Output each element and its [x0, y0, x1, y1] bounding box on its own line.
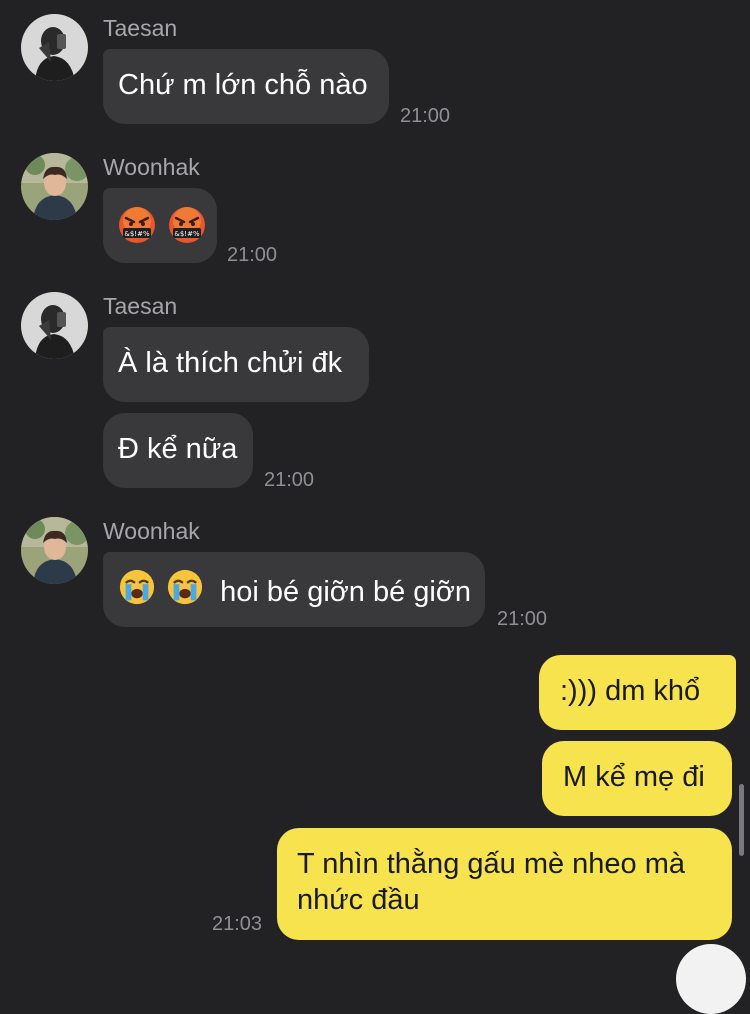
- sender-name: Woonhak: [103, 518, 200, 544]
- avatar-taesan[interactable]: [21, 14, 88, 81]
- message-text: hoi bé giỡn bé giỡn: [220, 575, 472, 608]
- timestamp: 21:00: [497, 608, 548, 630]
- scroll-to-bottom-button[interactable]: [676, 944, 746, 1014]
- svg-text:&$!#%: &$!#%: [174, 230, 200, 238]
- scrollbar[interactable]: [739, 784, 744, 856]
- message-bubble[interactable]: À là thích chửi đk: [103, 327, 369, 402]
- angry-cursing-face-icon: &$!#%: [167, 205, 207, 254]
- sender-name: Woonhak: [103, 154, 200, 180]
- timestamp: 21:03: [212, 913, 263, 935]
- loudly-crying-face-icon: [166, 568, 204, 615]
- emoji-message-bubble[interactable]: &$!#% &$!#%: [103, 188, 217, 263]
- loudly-crying-face-icon: [118, 568, 156, 615]
- timestamp: 21:00: [400, 105, 451, 127]
- message-text-line: T nhìn thằng gấu mè nheo mà: [297, 848, 686, 880]
- sender-name: Taesan: [103, 15, 178, 41]
- timestamp: 21:00: [264, 469, 315, 491]
- message-text-line: nhức đầu: [297, 884, 420, 916]
- message-bubble[interactable]: Chứ m lớn chỗ nào: [103, 49, 389, 124]
- outgoing-message-bubble[interactable]: :))) dm khổ: [539, 655, 736, 730]
- message-bubble[interactable]: hoi bé giỡn bé giỡn: [103, 552, 485, 627]
- outgoing-message-bubble[interactable]: T nhìn thằng gấu mè nheo mà nhức đầu: [277, 828, 732, 940]
- avatar-woonhak[interactable]: [21, 517, 88, 584]
- outgoing-message-bubble[interactable]: M kể mẹ đi: [542, 741, 732, 816]
- avatar-woonhak[interactable]: [21, 153, 88, 220]
- sender-name: Taesan: [103, 293, 178, 319]
- svg-text:&$!#%: &$!#%: [124, 230, 150, 238]
- avatar-taesan[interactable]: [21, 292, 88, 359]
- timestamp: 21:00: [227, 244, 278, 266]
- message-bubble[interactable]: Đ kể nữa: [103, 413, 253, 488]
- angry-cursing-face-icon: &$!#%: [117, 205, 157, 254]
